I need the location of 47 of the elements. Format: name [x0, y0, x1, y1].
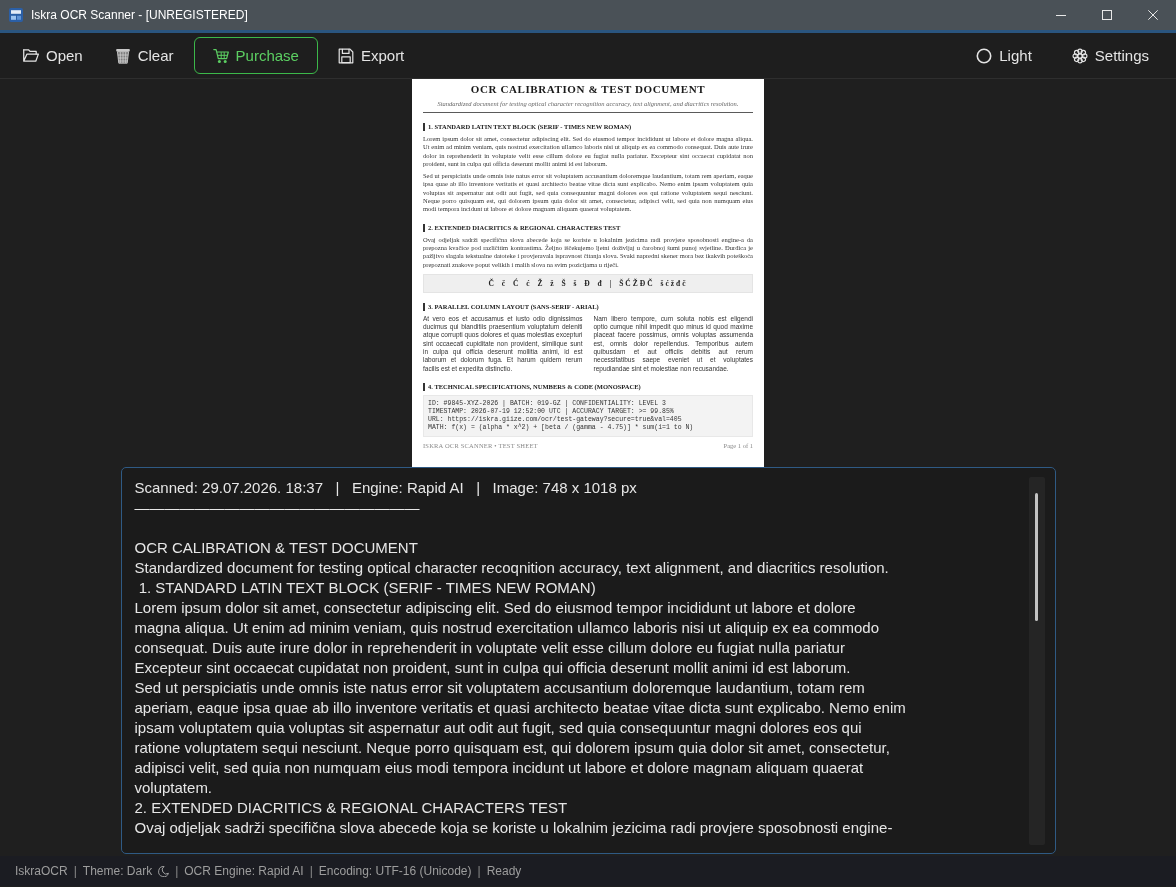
- status-separator: |: [175, 864, 179, 878]
- text-line: OCR CALIBRATION & TEST DOCUMENT: [134, 538, 418, 558]
- text-line: Standardized document for testing optical character recoqnition accuracy, text alignment, and diacritics resolution.: [134, 558, 889, 578]
- maximize-icon: [1102, 10, 1112, 20]
- status-separator: |: [73, 864, 77, 878]
- wastebasket-icon: [114, 47, 131, 64]
- status-text: IskraOCR: [15, 864, 68, 878]
- text-line: Excepteur sint occaecat cupidatat non proident, sunt in culpa qui officia deserunt mollit animi id est laborum.: [134, 658, 851, 678]
- status-text: Ready: [486, 864, 522, 878]
- text-line: 1. STANDARD LATIN TEXT BLOCK (SERIF - TIMES NEW ROMAN): [137, 578, 596, 598]
- text-line: voluptatem.: [134, 778, 213, 798]
- clear-button[interactable]: Clear: [102, 37, 186, 74]
- gear-icon: [1071, 47, 1088, 64]
- text-line: ratione voluptatem sequi nesciunt. Neque porro quisquam est, qui dolorem ipsum quia dolor sit amet, consectetur,: [134, 738, 890, 758]
- scrollbar-thumb[interactable]: [1035, 493, 1038, 621]
- text-line: magna aliqua. Ut enim ad minim veniam, quis nostrud exercitation ullamco laboris nisi ut aliquip ex ea commodo: [134, 618, 880, 638]
- folder-icon: [23, 49, 39, 62]
- status-separator: |: [309, 864, 313, 878]
- text-line: aperiam, eaque ipsa quae ab illo inventore veritatis et quasi architecto beatae vitae dicta sunt explicabo. Nemo enim: [134, 698, 906, 718]
- document-title: OCR CALIBRATION & TEST DOCUMENT: [470, 83, 706, 96]
- close-icon: [1148, 10, 1158, 20]
- export-button[interactable]: Export: [325, 37, 417, 74]
- minimize-icon: [1056, 14, 1066, 16]
- theme-button[interactable]: Light: [964, 37, 1044, 74]
- circle-icon: [976, 47, 993, 64]
- separator-line: ———————————————————: [134, 498, 420, 518]
- text-line: 2. EXTENDED DIACRITICS & REGIONAL CHARACTERS TEST: [134, 798, 568, 818]
- status-separator: |: [477, 864, 481, 878]
- scan-info-text: Scanned: 29.07.2026. 18:37 | Engine: Rapid AI | Image: 748 x 1018 px: [134, 478, 637, 498]
- window-title: Iskra OCR Scanner - [UNREGISTERED]: [31, 8, 248, 22]
- text-line: Lorem ipsum dolor sit amet, consectetur adipiscing elit. Sed do eiusmod tempor incididunt ut labore et dolore: [134, 598, 856, 618]
- cart-icon: [212, 47, 229, 64]
- text-line: consequat. Duis aute irure dolor in reprehenderit in voluptate velit esse cillum dolore eu fugiat nulla pariatur: [134, 638, 845, 658]
- settings-button[interactable]: Settings: [1059, 37, 1161, 74]
- text-line: ipsam voluptatem quia voluptas sit aspernatur aut odit aut fugit, sed quia consequuntur magni dolores eos qui: [134, 718, 862, 738]
- ocr-text-area[interactable]: [120, 467, 1056, 854]
- purchase-button[interactable]: Purchase: [193, 37, 318, 74]
- text-line: adipisci velit, sed quia non numquam eius modi tempora incidunt ut labore et dolore magnam aliquam quaerat: [134, 758, 864, 778]
- text-line: Ovaj odjeljak sadrži specifična slova abecede koja se koriste u lokalnim jezicima radi provjere sposobnosti engine-: [134, 818, 893, 838]
- scrollbar-track[interactable]: [1028, 477, 1045, 845]
- status-text: Encoding: UTF-16 (Unicode): [318, 864, 472, 878]
- open-button[interactable]: Open: [11, 37, 95, 74]
- app-icon: [9, 8, 23, 22]
- moon-icon: [158, 865, 170, 877]
- status-text: OCR Engine: Rapid AI: [184, 864, 304, 878]
- text-line: Sed ut perspiciatis unde omnis iste natus error sit voluptatem accusantium doloremque laudantium, totam rem: [134, 678, 865, 698]
- status-text: Theme: Dark: [82, 864, 153, 878]
